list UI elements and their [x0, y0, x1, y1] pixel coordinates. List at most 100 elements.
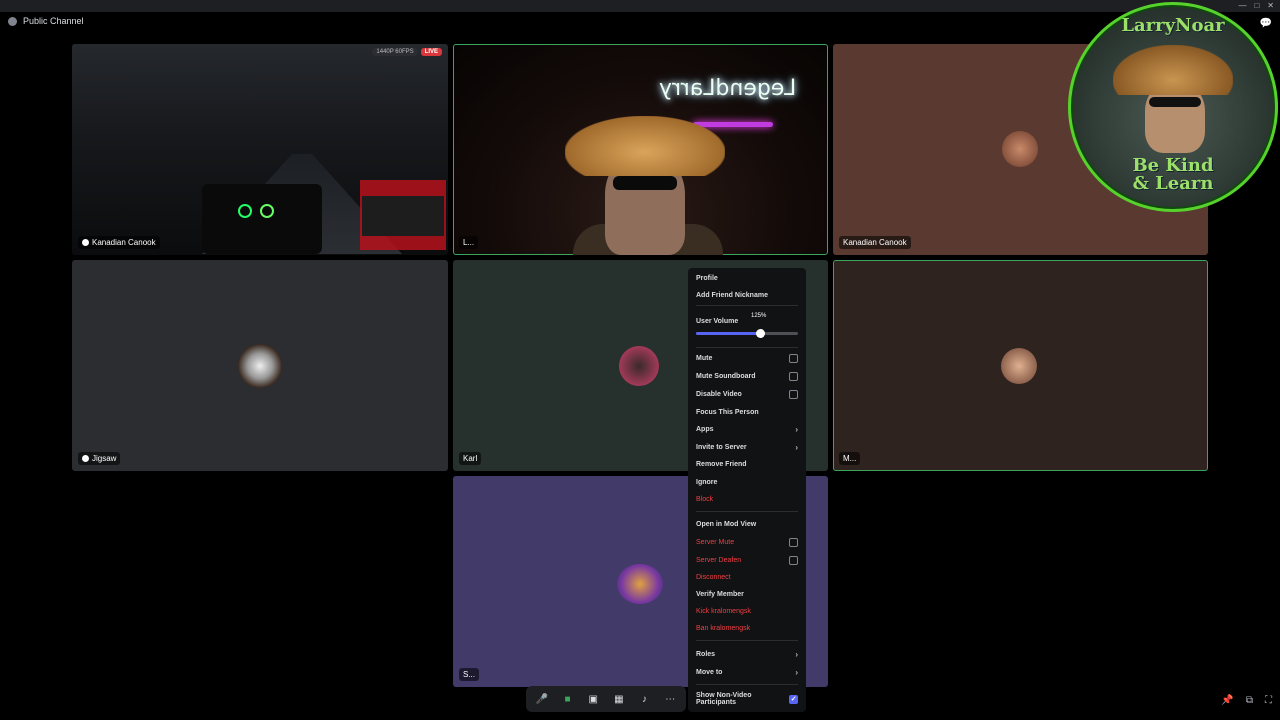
name-tag: Kanadian Canook	[839, 236, 911, 249]
participant-name: Karl	[463, 454, 478, 463]
volume-slider-fill	[696, 332, 760, 335]
menu-item-user-volume: User Volume	[696, 315, 798, 327]
stream-badges: 1440P 60FPS LIVE	[372, 48, 442, 56]
menu-label: Open in Mod View	[696, 520, 757, 528]
volume-slider-thumb[interactable]	[755, 329, 765, 338]
menu-item-remove-friend[interactable]: Remove Friend	[696, 458, 798, 470]
menu-item-kick[interactable]: Kick kralomengsk	[696, 605, 798, 617]
menu-item-move-to[interactable]: Move to ›	[696, 666, 798, 678]
avatar	[619, 346, 659, 386]
menu-item-ignore[interactable]: Ignore	[696, 476, 798, 488]
mute-checkbox[interactable]	[789, 353, 798, 363]
menu-label: Mute Soundboard	[696, 372, 756, 380]
more-icon[interactable]: ⋯	[662, 691, 678, 707]
menu-label: Server Deafen	[696, 556, 742, 564]
menu-item-server-deafen[interactable]: Server Deafen	[696, 554, 798, 566]
menu-item-apps[interactable]: Apps ›	[696, 423, 798, 435]
participant-tile-m[interactable]: M...	[833, 260, 1208, 471]
avatar	[617, 564, 663, 604]
name-tag: Kanadian Canook	[78, 236, 160, 249]
volume-slider[interactable]	[696, 329, 798, 338]
chevron-right-icon: ›	[795, 667, 798, 677]
menu-label: Profile	[696, 274, 718, 282]
show-non-video-checkbox[interactable]: ✓	[789, 694, 798, 704]
menu-label: Apps	[696, 425, 714, 433]
menu-item-add-friend-nickname[interactable]: Add Friend Nickname	[696, 289, 798, 301]
menu-item-focus-this-person[interactable]: Focus This Person	[696, 406, 798, 418]
menu-label: Disconnect	[696, 573, 731, 581]
avatar	[238, 344, 282, 388]
close-icon[interactable]: ✕	[1267, 1, 1274, 10]
stream-tile-kanadian-canook[interactable]: 1440P 60FPS LIVE Kanadian Canook	[72, 44, 448, 255]
maximize-icon[interactable]: □	[1254, 1, 1259, 10]
server-mute-checkbox[interactable]	[789, 537, 798, 547]
pin-icon[interactable]: 📌	[1221, 695, 1233, 706]
menu-item-open-in-mod-view[interactable]: Open in Mod View	[696, 518, 798, 530]
live-badge: LIVE	[420, 48, 442, 56]
menu-label: Focus This Person	[696, 408, 759, 416]
participant-name: M...	[843, 454, 857, 463]
call-controls: 🎤 ■ ▣ ▦ ♪ ⋯	[526, 686, 686, 712]
menu-item-profile[interactable]: Profile	[696, 272, 798, 284]
menu-item-mute[interactable]: Mute	[696, 352, 798, 364]
minimize-icon[interactable]: —	[1238, 1, 1246, 10]
chevron-right-icon: ›	[795, 442, 798, 452]
menu-item-disconnect[interactable]: Disconnect	[696, 571, 798, 583]
menu-label: Block	[696, 495, 714, 503]
fullscreen-icon[interactable]: ⛶	[1265, 695, 1272, 706]
menu-item-mute-soundboard[interactable]: Mute Soundboard	[696, 370, 798, 382]
menu-label: Server Mute	[696, 538, 735, 546]
participant-tile-jigsaw[interactable]: Jigsaw	[72, 260, 448, 471]
xbox-icon	[82, 455, 89, 462]
name-tag: M...	[839, 452, 861, 465]
camera-icon[interactable]: ■	[560, 691, 576, 707]
disable-video-checkbox[interactable]	[789, 389, 798, 399]
resolution-badge: 1440P 60FPS	[372, 48, 418, 56]
title-bar	[0, 0, 1280, 12]
menu-divider	[696, 511, 798, 512]
logo-hat	[1113, 45, 1233, 95]
menu-item-server-mute[interactable]: Server Mute	[696, 536, 798, 548]
channel-title: Public Channel	[23, 16, 84, 26]
menu-divider	[696, 347, 798, 348]
mute-soundboard-checkbox[interactable]	[789, 371, 798, 381]
screen-share-icon	[82, 239, 89, 246]
menu-label: Invite to Server	[696, 443, 747, 451]
menu-item-invite-to-server[interactable]: Invite to Server ›	[696, 441, 798, 453]
chevron-right-icon: ›	[795, 649, 798, 659]
menu-label: Verify Member	[696, 590, 744, 598]
menu-item-show-non-video[interactable]: Show Non-Video Participants ✓	[696, 692, 798, 706]
activities-icon[interactable]: ▦	[611, 691, 627, 707]
menu-label: User Volume	[696, 317, 739, 325]
menu-divider	[696, 640, 798, 641]
server-deafen-checkbox[interactable]	[789, 555, 798, 565]
menu-label: Add Friend Nickname	[696, 291, 768, 299]
microphone-icon[interactable]: 🎤	[534, 691, 550, 707]
menu-item-ban[interactable]: Ban kralomengsk	[696, 622, 798, 634]
avatar	[1002, 131, 1038, 167]
participant-name: Kanadian Canook	[843, 238, 907, 247]
menu-label: Remove Friend	[696, 460, 747, 468]
soundboard-icon[interactable]: ♪	[637, 691, 653, 707]
neon-sign: LegendLarry	[659, 76, 797, 101]
menu-label: Roles	[696, 650, 716, 658]
popout-icon[interactable]: ⧉	[1246, 695, 1253, 706]
logo-sunglasses	[1149, 97, 1201, 107]
name-tag: Karl	[459, 452, 482, 465]
menu-item-disable-video[interactable]: Disable Video	[696, 388, 798, 400]
chevron-right-icon: ›	[795, 424, 798, 434]
menu-item-verify-member[interactable]: Verify Member	[696, 588, 798, 600]
user-context-menu: Profile Add Friend Nickname 125% User Vo…	[688, 268, 806, 712]
screen-share-icon[interactable]: ▣	[585, 691, 601, 707]
logo-slogan-line2: & Learn	[1132, 173, 1214, 194]
gauge	[260, 204, 274, 218]
logo-slogan: Be Kind & Learn	[1071, 157, 1275, 193]
channel-header: Public Channel	[8, 16, 84, 26]
menu-item-roles[interactable]: Roles ›	[696, 648, 798, 660]
participant-name: Kanadian Canook	[92, 238, 156, 247]
menu-label: Kick kralomengsk	[696, 607, 751, 615]
menu-item-block[interactable]: Block	[696, 493, 798, 505]
webcam-hat	[565, 116, 725, 176]
video-tile-larry[interactable]: LegendLarry L...	[453, 44, 828, 255]
gauge	[238, 204, 252, 218]
